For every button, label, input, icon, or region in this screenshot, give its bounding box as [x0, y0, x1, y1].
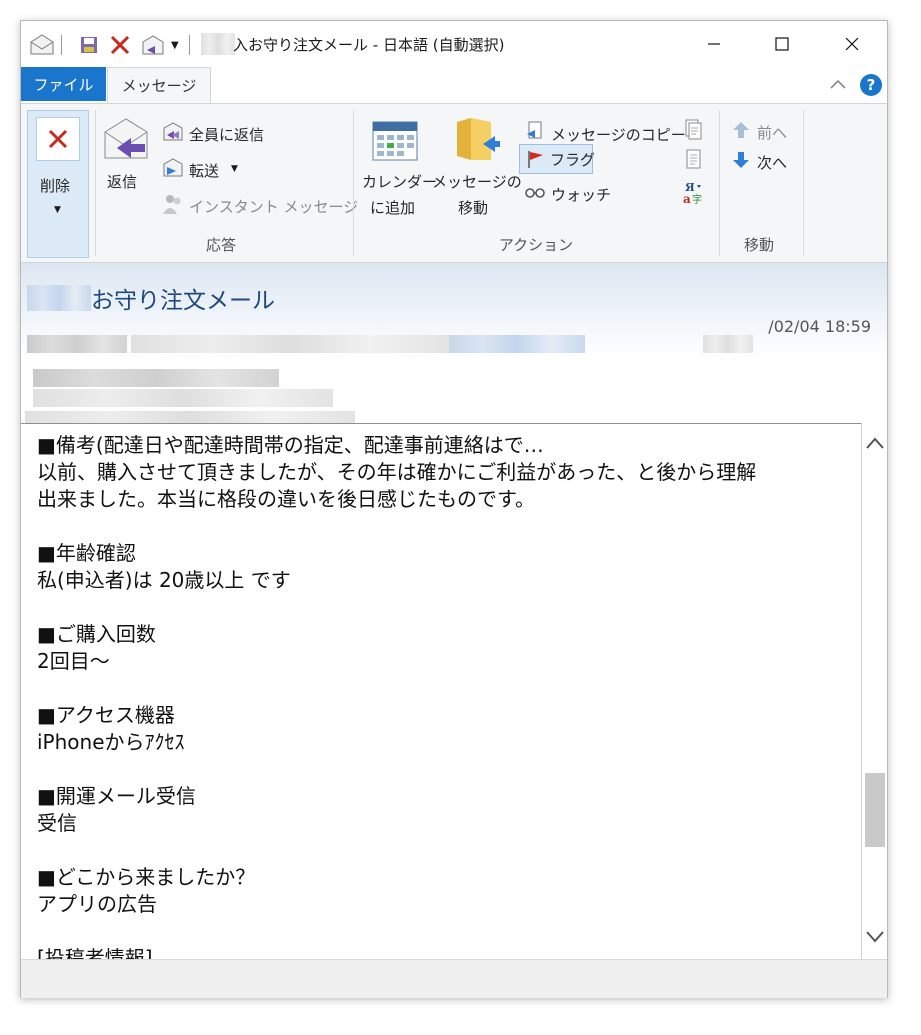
- quick-delete-button[interactable]: [109, 33, 131, 57]
- collapse-ribbon-icon[interactable]: [829, 77, 847, 91]
- chevron-down-icon[interactable]: ▼: [171, 40, 179, 51]
- delete-label: 削除: [40, 177, 71, 195]
- instant-message-button[interactable]: インスタント メッセージ: [189, 196, 358, 217]
- scroll-up-icon[interactable]: [865, 435, 885, 451]
- maximize-icon: [775, 37, 789, 51]
- message-body[interactable]: ■備考(配達日や配達時間帯の指定、配達事前連絡はで… 以前、購入させて頂きました…: [21, 423, 861, 959]
- redacted-from-address: [131, 335, 451, 353]
- move-group-label: 移動: [743, 236, 774, 254]
- close-button[interactable]: [829, 27, 875, 61]
- delete-x-icon: [110, 35, 130, 55]
- tab-file[interactable]: ファイル: [21, 67, 106, 101]
- message-date: /02/04 18:59: [768, 317, 871, 336]
- encoding-icon[interactable]: Я a 字: [681, 180, 705, 206]
- next-button[interactable]: 次へ: [757, 152, 787, 173]
- help-icon[interactable]: ?: [859, 73, 883, 97]
- quick-access-toolbar: [29, 33, 55, 57]
- redacted-cc: [33, 389, 333, 407]
- ribbon: 削除 ▼ 返信 全員に返信 転送 ▼ インスタント メッセージ 応答 カレンダー…: [21, 103, 887, 263]
- scroll-down-icon[interactable]: [865, 929, 885, 945]
- save-icon: [81, 37, 97, 53]
- reply-all-icon: [163, 122, 183, 141]
- flag-button[interactable]: フラグ: [519, 144, 596, 174]
- minimize-button[interactable]: [691, 27, 737, 61]
- flag-label: フラグ: [550, 151, 596, 169]
- actions-group-label: アクション: [498, 236, 574, 254]
- mail-envelope-icon: [30, 34, 54, 55]
- respond-group-label: 応答: [205, 236, 236, 254]
- status-bar: [21, 959, 887, 998]
- close-icon: [845, 37, 859, 51]
- redacted-to-address: [449, 335, 585, 353]
- calendar-icon[interactable]: [371, 118, 419, 162]
- svg-text:a: a: [683, 192, 691, 206]
- watch-glasses-icon: [525, 188, 545, 198]
- previous-button[interactable]: 前へ: [757, 122, 787, 143]
- forward-button[interactable]: 転送: [189, 160, 219, 181]
- reply-all-button[interactable]: 全員に返信: [189, 124, 264, 145]
- redacted-sender-name: [27, 285, 91, 311]
- window-title: 入お守り注文メール - 日本語 (自動選択): [233, 36, 505, 54]
- mail-window: ▼ 入お守り注文メール - 日本語 (自動選択) ファイル メッセージ ? 削除…: [20, 20, 888, 998]
- svg-text:?: ?: [867, 76, 876, 94]
- redacted-year: [703, 335, 753, 353]
- vertical-scrollbar[interactable]: [861, 423, 887, 959]
- scroll-thumb[interactable]: [865, 773, 885, 847]
- copy-message-button[interactable]: メッセージのコピー: [551, 124, 686, 145]
- arrow-up-icon: [733, 122, 749, 138]
- maximize-button[interactable]: [759, 27, 805, 61]
- reply-envelope-icon: [142, 35, 164, 55]
- add-to-calendar-label-2[interactable]: に追加: [370, 197, 415, 218]
- tab-message[interactable]: メッセージ: [107, 67, 211, 103]
- message-body-text: ■備考(配達日や配達時間帯の指定、配達事前連絡はで… 以前、購入させて頂きました…: [37, 433, 757, 959]
- chevron-down-icon: ▼: [54, 205, 61, 215]
- move-folder-icon[interactable]: [451, 114, 501, 164]
- quick-reply-button[interactable]: ▼: [139, 33, 179, 57]
- page-icon[interactable]: [683, 118, 703, 140]
- redacted-status-line: [25, 411, 355, 423]
- copy-message-icon: [527, 121, 542, 139]
- message-subject: お守り注文メール: [91, 288, 275, 314]
- redacted-from: [27, 335, 127, 353]
- svg-text:字: 字: [692, 193, 702, 206]
- ribbon-tabs: ファイル メッセージ ?: [21, 67, 887, 103]
- document-icon[interactable]: [683, 148, 703, 170]
- add-to-calendar-label-1[interactable]: カレンダー: [362, 171, 437, 192]
- message-header: お守り注文メール /02/04 18:59: [21, 263, 887, 423]
- arrow-down-icon: [733, 152, 749, 168]
- save-button[interactable]: [79, 33, 99, 57]
- delete-button[interactable]: 削除 ▼: [27, 110, 89, 258]
- redacted-recipients: [33, 369, 279, 387]
- forward-icon: [163, 158, 183, 177]
- reply-button[interactable]: 返信: [107, 171, 137, 192]
- minimize-icon: [708, 43, 720, 45]
- delete-x-icon: [48, 129, 68, 149]
- reply-icon[interactable]: [101, 116, 151, 162]
- move-message-label-1[interactable]: メッセージの: [432, 171, 522, 192]
- instant-message-icon: [163, 195, 181, 214]
- flag-icon: [528, 151, 543, 168]
- chevron-down-icon[interactable]: ▼: [231, 164, 238, 174]
- title-bar: ▼ 入お守り注文メール - 日本語 (自動選択): [21, 21, 887, 67]
- move-message-label-2[interactable]: 移動: [458, 197, 488, 218]
- redacted-title-part: [201, 33, 235, 55]
- watch-button[interactable]: ウォッチ: [551, 184, 611, 205]
